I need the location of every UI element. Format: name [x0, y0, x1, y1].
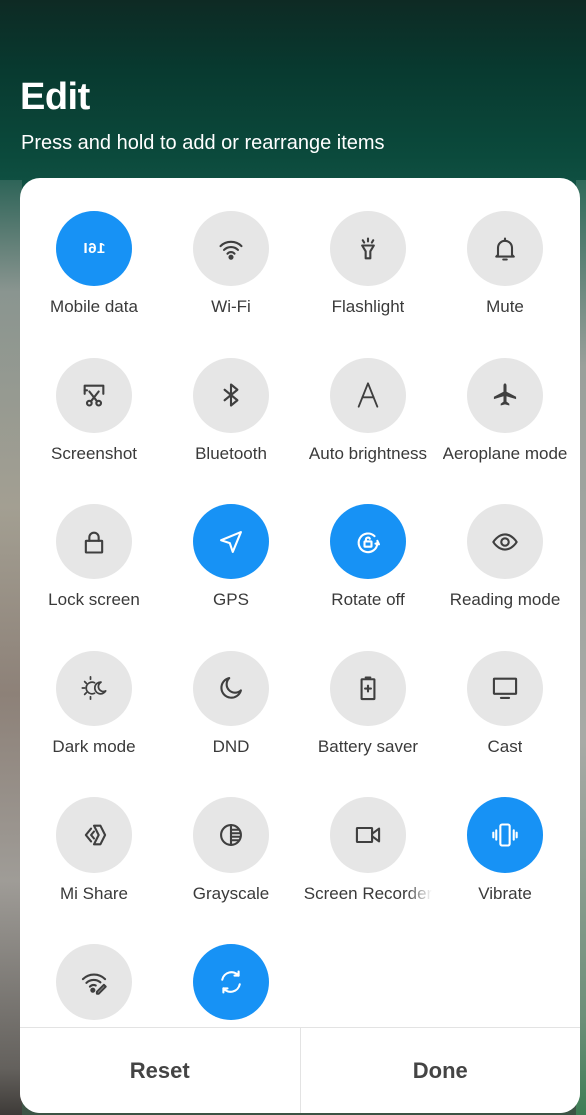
lock-icon	[80, 528, 108, 556]
auto-brightness-icon	[354, 381, 382, 409]
toggle-bluetooth[interactable]: Bluetooth	[163, 324, 300, 464]
toggle-cast[interactable]: Cast	[437, 617, 574, 757]
video-camera-icon	[354, 821, 382, 849]
toggle-button[interactable]	[56, 504, 132, 580]
toggle-label: Mute	[486, 297, 524, 317]
toggle-mobile-data[interactable]: 16I Mobile data	[26, 178, 163, 317]
grayscale-icon	[217, 821, 245, 849]
rotation-lock-icon	[354, 528, 382, 556]
toggle-dark-mode[interactable]: Dark mode	[26, 617, 163, 757]
toggle-mute[interactable]: Mute	[437, 178, 574, 317]
mobile-data-icon: 16I	[82, 240, 106, 258]
dark-mode-icon	[80, 674, 108, 702]
toggle-button[interactable]	[467, 504, 543, 580]
toggle-reading-mode[interactable]: Reading mode	[437, 470, 574, 610]
toggle-lock-screen[interactable]: Lock screen	[26, 470, 163, 610]
toggle-grid: 16I Mobile data Wi-Fi Flashlight Mute Screens…	[20, 178, 580, 1027]
vibrate-icon	[491, 821, 519, 849]
wallpaper-left-edge	[0, 180, 22, 1115]
toggle-label: GPS	[213, 590, 249, 610]
toggle-label: Reading mode	[449, 590, 561, 610]
bell-icon	[491, 235, 519, 263]
toggle-grayscale[interactable]: Grayscale	[163, 763, 300, 903]
toggle-label: Screenshot	[51, 443, 137, 463]
toggle-label: DND	[212, 737, 250, 756]
toggle-label: Flashlight	[331, 297, 405, 317]
toggle-button[interactable]	[330, 211, 406, 287]
toggle-label: Bluetooth	[195, 443, 267, 463]
toggle-button[interactable]: 16I	[56, 211, 132, 287]
toggle-label: Cast	[487, 737, 523, 756]
toggle-label: Screen Recorder	[303, 883, 433, 903]
toggle-screen-recorder[interactable]: Screen Recorder	[300, 763, 437, 903]
toggle-button[interactable]	[56, 944, 132, 1020]
reset-button[interactable]: Reset	[20, 1028, 300, 1113]
monitor-icon	[491, 674, 519, 702]
toggle-button[interactable]	[193, 797, 269, 873]
toggle-button[interactable]	[467, 797, 543, 873]
screenshot-scissors-icon	[80, 381, 108, 409]
flashlight-icon	[354, 235, 382, 263]
bluetooth-icon	[217, 381, 245, 409]
toggle-button[interactable]	[56, 797, 132, 873]
toggle-button[interactable]	[330, 650, 406, 726]
toggle-button[interactable]	[193, 650, 269, 726]
toggle-button[interactable]	[193, 504, 269, 580]
wifi-icon	[217, 235, 245, 263]
page-subtitle: Press and hold to add or rearrange items	[21, 132, 385, 154]
toggle-wi-fi[interactable]: Wi-Fi	[163, 178, 300, 317]
toggle-label: Wi-Fi	[211, 297, 251, 317]
sync-icon	[217, 968, 245, 996]
toggle-label: Aeroplane mode	[442, 443, 568, 463]
toggle-label: Auto brightness	[308, 443, 428, 463]
battery-saver-icon	[354, 674, 382, 702]
mi-share-icon	[80, 821, 108, 849]
location-arrow-icon	[217, 528, 245, 556]
toggle-label: Mi Share	[59, 883, 129, 903]
moon-icon	[217, 674, 245, 702]
toggle-mi-share[interactable]: Mi Share	[26, 763, 163, 903]
toggle-label: Mobile data	[50, 297, 138, 317]
toggle-button[interactable]	[56, 650, 132, 726]
toggle-button[interactable]	[193, 357, 269, 433]
toggle-button[interactable]	[193, 211, 269, 287]
toggle-rotate-off[interactable]: Rotate off	[300, 470, 437, 610]
toggle-label: Rotate off	[331, 590, 405, 610]
toggle-auto-brightness[interactable]: Auto brightness	[300, 324, 437, 464]
toggle-label: Lock screen	[48, 590, 140, 610]
toggle-vibrate[interactable]: Vibrate	[437, 763, 574, 903]
toggle-label: Dark mode	[52, 737, 136, 756]
toggle-flashlight[interactable]: Flashlight	[300, 178, 437, 317]
toggle-button[interactable]	[330, 504, 406, 580]
toggle-button[interactable]	[467, 650, 543, 726]
eye-icon	[491, 528, 519, 556]
quick-settings-edit-panel: 16I Mobile data Wi-Fi Flashlight Mute Screens…	[20, 178, 580, 1113]
toggle-button[interactable]	[467, 211, 543, 287]
toggle-label: Grayscale	[192, 883, 270, 903]
wifi-edit-icon	[80, 968, 108, 996]
toggle-button[interactable]	[330, 797, 406, 873]
toggle-button[interactable]	[330, 357, 406, 433]
toggle-gps[interactable]: GPS	[163, 470, 300, 610]
action-bar: Reset Done	[20, 1027, 580, 1113]
toggle-aeroplane-mode[interactable]: Aeroplane mode	[437, 324, 574, 464]
toggle-dnd[interactable]: DND	[163, 617, 300, 757]
done-button[interactable]: Done	[300, 1028, 580, 1113]
toggle-screenshot[interactable]: Screenshot	[26, 324, 163, 464]
toggle-label: Vibrate	[478, 883, 532, 903]
toggle-label: Battery saver	[317, 737, 419, 756]
toggle-button[interactable]	[56, 357, 132, 433]
airplane-icon	[491, 381, 519, 409]
toggle-button[interactable]	[467, 357, 543, 433]
page-title: Edit	[20, 76, 90, 118]
toggle-button[interactable]	[193, 944, 269, 1020]
toggle-battery-saver[interactable]: Battery saver	[300, 617, 437, 757]
